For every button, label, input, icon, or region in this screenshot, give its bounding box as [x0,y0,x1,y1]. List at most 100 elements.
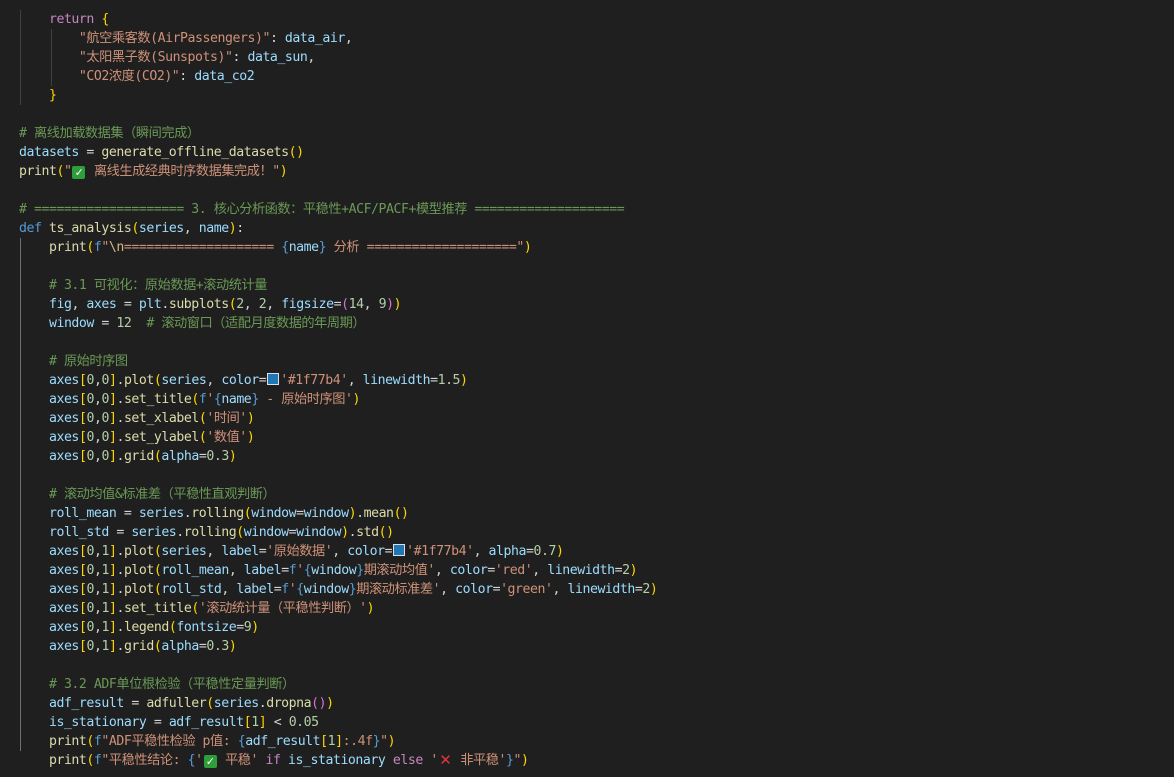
code-token: # 离线加载数据集（瞬间完成） [19,126,200,141]
code-line[interactable]: axes[0,1].plot(roll_std, label=f'{window… [19,580,658,599]
code-line[interactable]: axes[0,0].plot(series, color= '#1f77b4', … [19,371,468,390]
code-line[interactable]: # 滚动均值&标准差（平稳性直观判断） [19,485,276,504]
code-token: = [108,525,132,540]
code-line[interactable]: window = 12 # 滚动窗口（适配月度数据的年周期） [19,314,366,333]
code-line[interactable]: axes[0,0].set_title(f'{name} - 原始时序图') [19,390,360,409]
code-line[interactable]: axes[0,1].grid(alpha=0.3) [19,637,237,656]
code-token: "CO2浓度(CO2)" [78,69,180,84]
code-token: series [161,373,207,388]
code-token: series [138,506,184,521]
code-line[interactable]: # ==================== 3. 核心分析函数：平稳性+ACF… [19,200,625,219]
code-line[interactable]: print(f"平稳性结论: {' ✓ 平稳' if is_stationary … [19,751,529,770]
code-token: "太阳黑子数(Sunspots)" [78,50,233,65]
code-editor[interactable]: return { "航空乘客数(AirPassengers)": data_ai… [0,0,1174,777]
code-token: 0 [86,601,94,616]
code-line[interactable]: adf_result = adfuller(series.dropna()) [19,694,334,713]
code-token: adf_result [168,715,244,730]
code-token: 0 [86,430,94,445]
code-token: rolling [191,506,244,521]
code-line[interactable]: roll_std = series.rolling(window=window)… [19,523,394,542]
code-token: , [221,582,237,597]
code-line[interactable]: return { [19,10,109,29]
code-token: 0 [86,620,94,635]
code-token: # 3.1 可视化：原始数据+滚动统计量 [48,278,267,293]
code-token: data_sun [247,50,308,65]
code-token: 0 [86,392,94,407]
code-token: plot [123,582,154,597]
code-token: generate_offline_datasets [101,145,289,160]
code-token: 0 [86,411,94,426]
code-token: set_title [123,601,192,616]
code-token: return [48,12,94,27]
code-line[interactable]: axes[0,0].grid(alpha=0.3) [19,447,237,466]
code-line[interactable]: def ts_analysis(series, name): [19,219,244,238]
code-token: grid [123,639,154,654]
code-token: , [228,563,244,578]
code-line[interactable]: # 3.1 可视化：原始数据+滚动统计量 [19,276,267,295]
code-token: rolling [183,525,237,540]
code-line[interactable]: "太阳黑子数(Sunspots)": data_sun, [19,48,315,67]
code-token: 0.05 [288,715,319,730]
code-token: ' [195,753,203,768]
code-token: window [251,506,297,521]
code-token: ) [366,601,375,616]
code-line[interactable]: } [19,86,57,105]
code-line[interactable]: fig, axes = plt.subplots(2, 2, figsize=(… [19,295,402,314]
code-line[interactable]: is_stationary = adf_result[1] < 0.05 [19,713,319,732]
code-token: " [513,753,522,768]
code-token: 14 [348,297,364,312]
code-line[interactable]: print(f"\n==================== {name} 分析… [19,238,532,257]
code-line[interactable]: "CO2浓度(CO2)": data_co2 [19,67,255,86]
code-token: else [385,753,431,768]
color-swatch-icon[interactable] [393,544,406,556]
code-token: : [269,31,285,46]
code-token: . [116,639,124,654]
code-line[interactable]: # 原始时序图 [19,352,128,371]
code-line[interactable]: datasets = generate_offline_datasets() [19,143,304,162]
code-token: 1 [101,639,109,654]
code-token: , [344,31,353,46]
code-token: roll_std [161,582,222,597]
code-token: { [281,240,289,255]
code-line[interactable]: axes[0,0].set_xlabel('时间') [19,409,255,428]
code-line[interactable]: axes[0,1].set_title('滚动统计量（平稳性判断）') [19,599,375,618]
color-swatch-icon[interactable] [267,373,280,385]
code-line[interactable]: print(f"ADF平稳性检验 p值: {adf_result[1]:.4f}… [19,732,396,751]
code-token: is_stationary [288,753,386,768]
code-line[interactable]: axes[0,1].plot(roll_mean, label=f'{windo… [19,561,638,580]
code-token: is_stationary [48,715,147,730]
code-token: = [116,297,139,312]
code-token: () [393,506,409,521]
code-token: 非平稳' [452,753,507,768]
code-line[interactable]: print(" ✓ 离线生成经典时序数据集完成！") [19,162,288,181]
code-line[interactable]: "航空乘客数(AirPassengers)": data_air, [19,29,353,48]
code-token: ) [348,506,357,521]
code-token: # 滚动窗口（适配月度数据的年周期） [146,316,366,331]
code-line[interactable]: axes[0,0].set_ylabel('数值') [19,428,255,447]
code-line[interactable]: # 离线加载数据集（瞬间完成） [19,124,200,143]
code-token: axes [86,297,117,312]
code-line[interactable]: axes[0,1].plot(series, label='原始数据', col… [19,542,564,561]
code-token: color [347,544,385,559]
code-token: f [281,582,289,597]
code-token: series [213,696,259,711]
code-token: ) [387,734,396,749]
code-token: . [116,392,124,407]
code-token: roll_std [48,525,109,540]
code-token: = [430,373,438,388]
code-token: , [243,297,259,312]
code-token: axes [48,601,79,616]
code-line[interactable]: roll_mean = series.rolling(window=window… [19,504,409,523]
code-line[interactable]: # 3.2 ADF单位根检验（平稳性定量判断） [19,675,295,694]
code-token: , [434,563,450,578]
code-token: '原始数据' [266,544,333,559]
code-line[interactable]: axes[0,1].legend(fontsize=9) [19,618,259,637]
code-token: alpha [161,639,199,654]
code-token: . [116,601,124,616]
code-token: " [63,164,72,179]
